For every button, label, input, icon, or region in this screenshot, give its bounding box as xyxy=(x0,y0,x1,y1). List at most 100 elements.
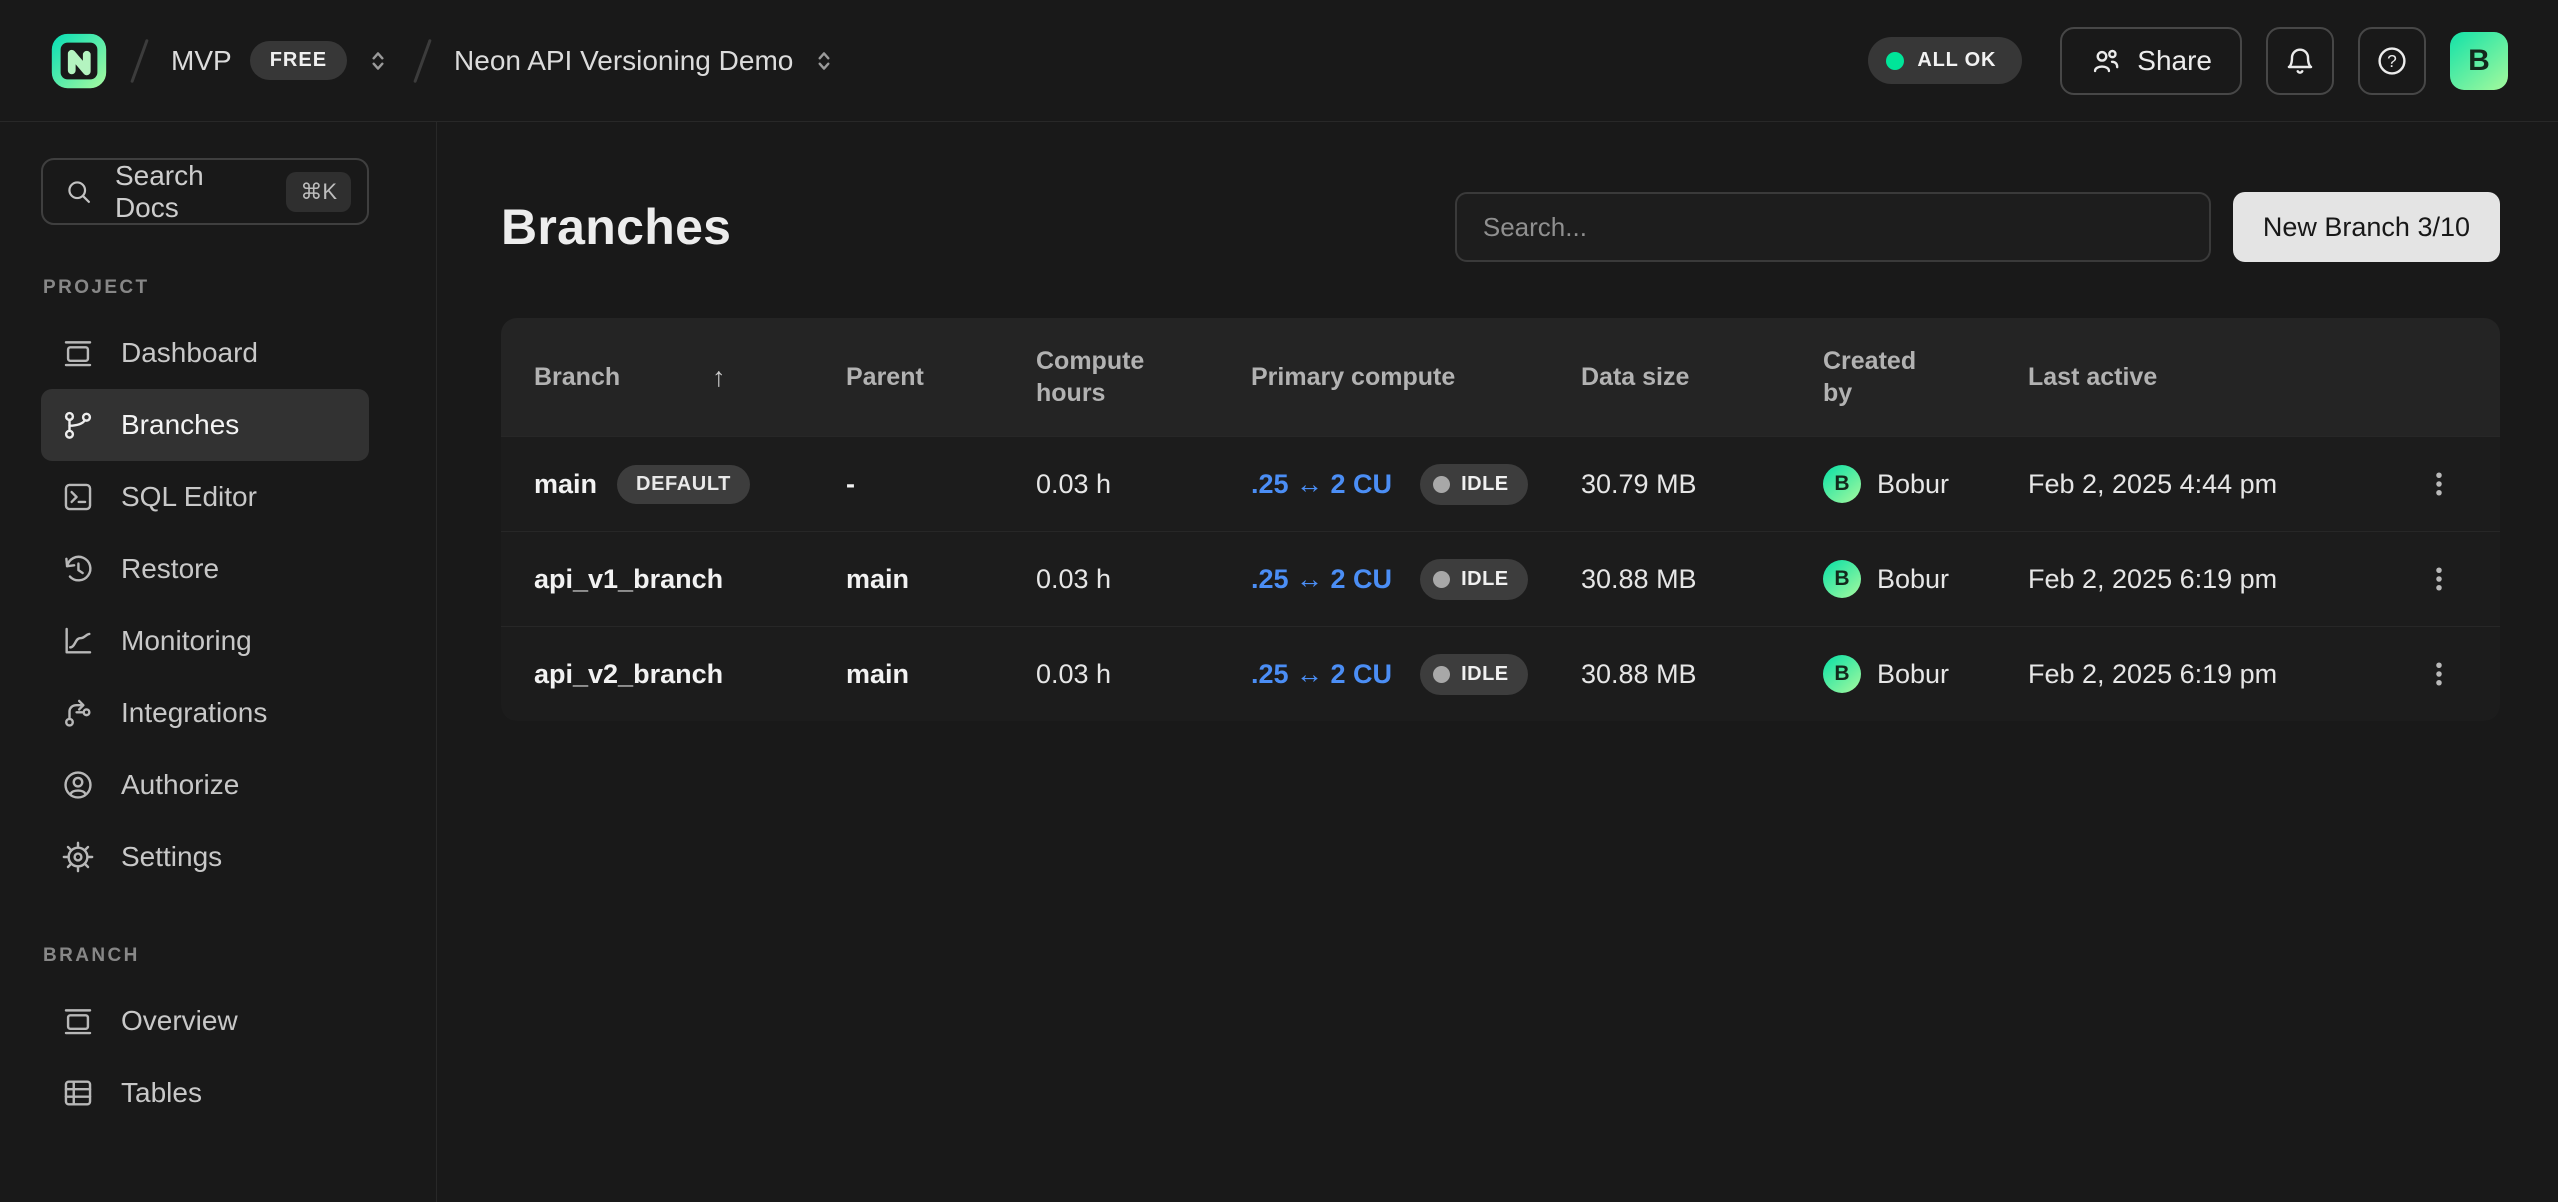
user-circle-icon xyxy=(61,768,95,802)
people-icon xyxy=(2090,45,2122,77)
last-active: Feb 2, 2025 6:19 pm xyxy=(2028,564,2408,595)
top-bar: MVP FREE Neon API Versioning Demo ALL OK xyxy=(0,0,2558,122)
status-badge: IDLE xyxy=(1420,464,1528,505)
user-avatar[interactable]: B xyxy=(2450,32,2508,90)
row-menu-button[interactable] xyxy=(2411,551,2467,607)
branch-name[interactable]: api_v1_branch xyxy=(534,564,723,595)
branch-search-input[interactable] xyxy=(1455,192,2211,262)
status-label: IDLE xyxy=(1461,663,1509,686)
history-clock-icon xyxy=(61,552,95,586)
bell-icon xyxy=(2284,45,2316,77)
compute-hours: 0.03 h xyxy=(1036,564,1251,595)
branches-table: Branch ↑ Parent Compute hours Primary co… xyxy=(501,318,2500,721)
column-header-parent: Parent xyxy=(846,361,1036,394)
creator-name: Bobur xyxy=(1877,659,1949,690)
creator-avatar: B xyxy=(1823,655,1861,693)
keyboard-shortcut: ⌘K xyxy=(286,172,351,212)
branch-name[interactable]: main xyxy=(534,469,597,500)
sidebar-item-overview[interactable]: Overview xyxy=(41,985,369,1057)
data-size: 30.88 MB xyxy=(1581,564,1823,595)
sidebar-item-authorize[interactable]: Authorize xyxy=(41,749,369,821)
compute-hours: 0.03 h xyxy=(1036,659,1251,690)
dashboard-icon xyxy=(61,336,95,370)
kebab-menu-icon xyxy=(2424,659,2454,689)
compute-size-link[interactable]: .25 ↔ 2 CU xyxy=(1251,469,1392,500)
last-active: Feb 2, 2025 6:19 pm xyxy=(2028,659,2408,690)
compute-size-link[interactable]: .25 ↔ 2 CU xyxy=(1251,659,1392,690)
system-status-badge[interactable]: ALL OK xyxy=(1868,37,2022,84)
status-label: IDLE xyxy=(1461,473,1509,496)
notifications-button[interactable] xyxy=(2266,27,2334,95)
column-header-primary-compute: Primary compute xyxy=(1251,361,1581,394)
sidebar-item-sql-editor[interactable]: SQL Editor xyxy=(41,461,369,533)
data-size: 30.88 MB xyxy=(1581,659,1823,690)
parent-branch: - xyxy=(846,469,1036,500)
breadcrumb-project-selector[interactable]: Neon API Versioning Demo xyxy=(454,45,837,77)
column-header-data-size: Data size xyxy=(1581,361,1823,394)
branch-name[interactable]: api_v2_branch xyxy=(534,659,723,690)
sidebar: Search Docs ⌘K PROJECT Dashboard xyxy=(0,122,437,1202)
kebab-menu-icon xyxy=(2424,564,2454,594)
data-size: 30.79 MB xyxy=(1581,469,1823,500)
sidebar-item-label: Restore xyxy=(121,553,219,585)
sidebar-item-restore[interactable]: Restore xyxy=(41,533,369,605)
branch-nav: Overview Tables xyxy=(41,985,369,1129)
creator-avatar: B xyxy=(1823,560,1861,598)
table-row[interactable]: main DEFAULT - 0.03 h .25 ↔ 2 CU IDLE 30… xyxy=(501,436,2500,531)
sidebar-item-label: SQL Editor xyxy=(121,481,257,513)
overview-icon xyxy=(61,1004,95,1038)
sort-asc-icon: ↑ xyxy=(712,362,726,393)
table-grid-icon xyxy=(61,1076,95,1110)
sidebar-item-integrations[interactable]: Integrations xyxy=(41,677,369,749)
gear-icon xyxy=(61,840,95,874)
column-header-created-by: Created by xyxy=(1823,345,2028,410)
question-circle-icon: ? xyxy=(2376,45,2408,77)
sidebar-item-label: Monitoring xyxy=(121,625,252,657)
creator-avatar: B xyxy=(1823,465,1861,503)
neon-logo-icon[interactable] xyxy=(50,32,108,90)
status-dot-icon xyxy=(1886,52,1904,70)
share-button[interactable]: Share xyxy=(2060,27,2242,95)
integrations-icon xyxy=(61,696,95,730)
row-menu-button[interactable] xyxy=(2411,646,2467,702)
section-label-branch: BRANCH xyxy=(43,945,369,967)
compute-size-link[interactable]: .25 ↔ 2 CU xyxy=(1251,564,1392,595)
page-title: Branches xyxy=(501,198,731,256)
compute-hours: 0.03 h xyxy=(1036,469,1251,500)
app-window: MVP FREE Neon API Versioning Demo ALL OK xyxy=(0,0,2558,1202)
sidebar-item-tables[interactable]: Tables xyxy=(41,1057,369,1129)
sidebar-item-dashboard[interactable]: Dashboard xyxy=(41,317,369,389)
new-branch-button[interactable]: New Branch 3/10 xyxy=(2233,192,2500,262)
status-label: IDLE xyxy=(1461,568,1509,591)
sidebar-item-label: Settings xyxy=(121,841,222,873)
last-active: Feb 2, 2025 4:44 pm xyxy=(2028,469,2408,500)
parent-branch: main xyxy=(846,564,1036,595)
sidebar-item-monitoring[interactable]: Monitoring xyxy=(41,605,369,677)
sidebar-item-settings[interactable]: Settings xyxy=(41,821,369,893)
sidebar-item-label: Branches xyxy=(121,409,239,441)
search-icon xyxy=(65,177,93,207)
terminal-icon xyxy=(61,480,95,514)
org-name: MVP xyxy=(171,45,232,77)
plan-badge: FREE xyxy=(250,41,347,80)
parent-branch: main xyxy=(846,659,1036,690)
breadcrumb-divider xyxy=(130,38,149,82)
table-header-row: Branch ↑ Parent Compute hours Primary co… xyxy=(501,318,2500,436)
sidebar-item-label: Integrations xyxy=(121,697,267,729)
table-row[interactable]: api_v2_branch main 0.03 h .25 ↔ 2 CU IDL… xyxy=(501,626,2500,721)
help-button[interactable]: ? xyxy=(2358,27,2426,95)
creator-name: Bobur xyxy=(1877,564,1949,595)
table-row[interactable]: api_v1_branch main 0.03 h .25 ↔ 2 CU IDL… xyxy=(501,531,2500,626)
row-menu-button[interactable] xyxy=(2411,456,2467,512)
chevron-updown-icon xyxy=(365,46,391,76)
breadcrumb-org-selector[interactable]: MVP FREE xyxy=(171,41,391,80)
search-docs-button[interactable]: Search Docs ⌘K xyxy=(41,158,369,225)
sidebar-item-branches[interactable]: Branches xyxy=(41,389,369,461)
status-badge: IDLE xyxy=(1420,559,1528,600)
column-header-branch[interactable]: Branch ↑ xyxy=(534,362,846,393)
status-label: ALL OK xyxy=(1917,49,1996,72)
share-label: Share xyxy=(2137,45,2212,77)
status-badge: IDLE xyxy=(1420,654,1528,695)
section-label-project: PROJECT xyxy=(43,277,369,299)
sidebar-item-label: Authorize xyxy=(121,769,239,801)
